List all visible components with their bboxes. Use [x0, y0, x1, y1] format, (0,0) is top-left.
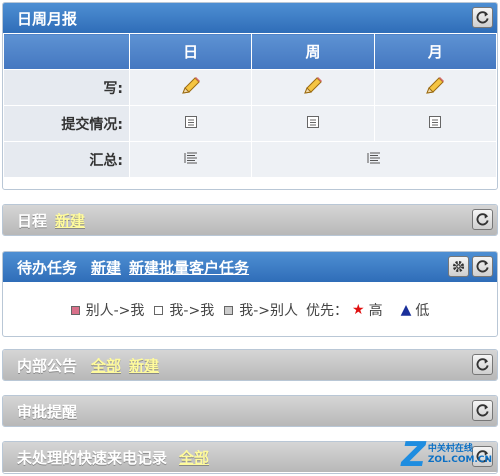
todo-batch-link[interactable]: 新建批量客户任务 [129, 257, 249, 278]
watermark-line1: 中关村在线 [427, 444, 473, 455]
star-icon: ★ [352, 302, 365, 318]
legend-me-to-others: 我->别人 [239, 303, 299, 319]
schedule-panel-title: 日程 [17, 211, 48, 230]
todo-panel: 待办任务 新建 新建批量客户任务 别人->我 我->我 我->别人 优先： ★ 高… [2, 251, 498, 337]
table-row-submit: 提交情况: [3, 105, 497, 142]
notice-refresh-button[interactable] [472, 354, 493, 375]
legend-swatch-me-to-others [224, 305, 234, 315]
column-week: 周 [251, 33, 375, 70]
schedule-panel-header: 日程 新建 [3, 205, 497, 235]
pencil-icon[interactable] [302, 76, 324, 100]
legend-me-to-me: 我->我 [169, 303, 215, 319]
watermark-logo: Z [401, 435, 426, 475]
pencil-icon[interactable] [180, 76, 202, 100]
approval-panel: 审批提醒 [2, 395, 498, 427]
watermark-line2: ZOL.COM.CN [427, 455, 492, 465]
zol-watermark: Z 中关村在线 ZOL.COM.CN [401, 438, 492, 472]
todo-panel-header: 待办任务 新建 新建批量客户任务 [3, 252, 497, 282]
approval-panel-header: 审批提醒 [3, 396, 497, 426]
list-icon[interactable] [366, 150, 382, 170]
row-label-write: 写: [3, 69, 130, 106]
document-icon[interactable] [428, 115, 442, 133]
todo-panel-title: 待办任务 [17, 258, 78, 277]
row-label-submit: 提交情况: [3, 105, 130, 142]
todo-legend: 别人->我 我->我 我->别人 优先： ★ 高 ▲ 低 [3, 282, 497, 336]
document-icon[interactable] [184, 115, 198, 133]
legend-priority: 优先： [306, 303, 349, 319]
notice-new-link[interactable]: 新建 [129, 355, 159, 376]
refresh-icon [476, 213, 489, 226]
table-row-summary: 汇总: [3, 141, 497, 178]
legend-swatch-me-to-me [154, 305, 164, 315]
report-panel-title: 日周月报 [17, 9, 78, 28]
legend-others-to-me: 别人->我 [85, 303, 145, 319]
approval-refresh-button[interactable] [472, 400, 493, 421]
legend-low: 低 [415, 303, 430, 319]
calls-all-link[interactable]: 全部 [179, 447, 209, 468]
schedule-new-link[interactable]: 新建 [55, 210, 85, 231]
notice-all-link[interactable]: 全部 [91, 355, 121, 376]
report-table: 日 周 月 写: 提交情况: 汇总: [3, 33, 497, 178]
legend-high: 高 [368, 303, 383, 319]
schedule-panel: 日程 新建 [2, 204, 498, 236]
legend-swatch-others-to-me [70, 305, 80, 315]
table-row-write: 写: [3, 69, 497, 106]
report-refresh-button[interactable] [472, 7, 493, 28]
document-icon[interactable] [306, 115, 320, 133]
report-panel-header: 日周月报 [3, 3, 497, 33]
table-corner [3, 33, 130, 70]
approval-panel-title: 审批提醒 [17, 402, 78, 421]
column-day: 日 [128, 33, 253, 70]
refresh-icon [476, 11, 489, 24]
row-label-summary: 汇总: [3, 141, 130, 178]
refresh-icon [476, 404, 489, 417]
todo-settings-button[interactable] [448, 256, 469, 277]
notice-panel-title: 内部公告 [17, 356, 78, 375]
triangle-up-icon: ▲ [400, 302, 412, 318]
notice-panel: 内部公告 全部 新建 [2, 349, 498, 381]
column-month: 月 [373, 33, 497, 70]
pencil-icon[interactable] [424, 76, 446, 100]
refresh-icon [476, 358, 489, 371]
list-icon[interactable] [183, 150, 199, 170]
notice-panel-header: 内部公告 全部 新建 [3, 350, 497, 380]
refresh-icon [476, 260, 489, 273]
todo-refresh-button[interactable] [472, 256, 493, 277]
gear-icon [452, 260, 465, 273]
todo-new-link[interactable]: 新建 [91, 257, 121, 278]
calls-panel-title: 未处理的快速来电记录 [17, 448, 168, 467]
schedule-refresh-button[interactable] [472, 209, 493, 230]
report-panel: 日周月报 日 周 月 写: 提交情况: 汇总: [2, 2, 498, 190]
